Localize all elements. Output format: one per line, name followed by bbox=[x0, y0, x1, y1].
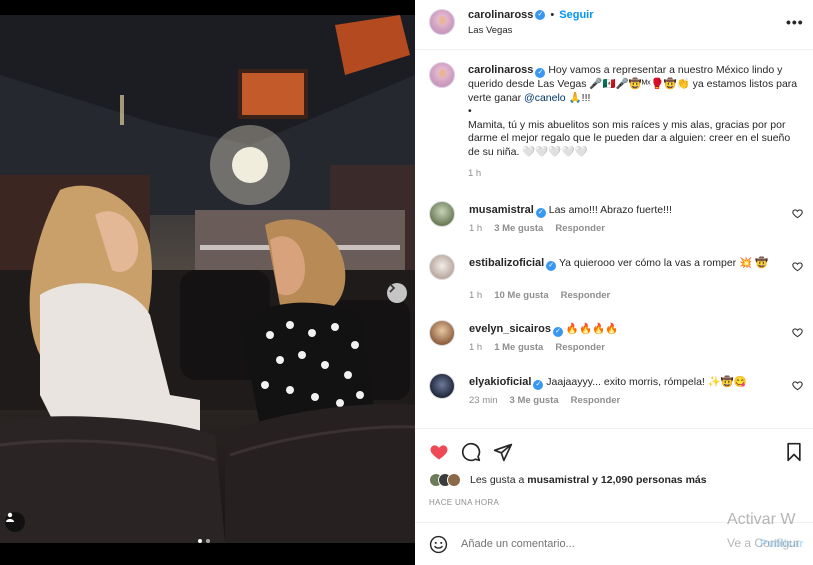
post-header: carolinaross ✓ • Seguir Las Vegas ••• bbox=[415, 0, 813, 50]
comment-time[interactable]: 23 min bbox=[469, 395, 498, 406]
commenter-avatar[interactable] bbox=[429, 201, 455, 227]
comment-body: evelyn_sicairos ✓ 🔥🔥🔥🔥 bbox=[469, 322, 779, 337]
comment-text: Las amo!!! Abrazo fuerte!!! bbox=[548, 204, 672, 216]
emoji-picker-icon[interactable] bbox=[429, 535, 448, 554]
verified-icon: ✓ bbox=[546, 261, 557, 271]
comment-meta: 1 h 3 Me gusta Responder bbox=[469, 223, 605, 234]
carousel-dot-active bbox=[198, 539, 202, 543]
caption-line-1-end: 🙏!!! bbox=[565, 91, 591, 104]
next-photo-button[interactable] bbox=[387, 283, 407, 303]
comment-body: estibalizoficial ✓ Ya quierooo ver cómo l… bbox=[469, 256, 779, 271]
liker-avatars bbox=[429, 473, 461, 487]
reply-button[interactable]: Responder bbox=[571, 395, 621, 406]
caption-time: 1 h bbox=[468, 168, 482, 179]
verified-icon: ✓ bbox=[552, 327, 563, 337]
author-avatar[interactable] bbox=[429, 9, 455, 35]
commenter-username[interactable]: evelyn_sicairos bbox=[469, 323, 551, 335]
windows-activation-watermark: Activar W bbox=[727, 511, 796, 528]
post-location[interactable]: Las Vegas bbox=[468, 25, 512, 36]
like-comment-heart-icon[interactable] bbox=[792, 208, 803, 219]
verified-icon: ✓ bbox=[535, 68, 546, 78]
caption-bullet: • bbox=[468, 105, 472, 117]
comment-body: musamistral ✓ Las amo!!! Abrazo fuerte!!! bbox=[469, 203, 779, 218]
person-icon bbox=[6, 512, 14, 522]
like-comment-heart-icon[interactable] bbox=[792, 327, 803, 338]
author-row: carolinaross ✓ • Seguir bbox=[468, 9, 594, 21]
tagged-people-button[interactable] bbox=[5, 512, 25, 532]
post-timestamp[interactable]: HACE UNA HORA bbox=[429, 498, 499, 507]
comment-meta: 1 h 10 Me gusta Responder bbox=[469, 290, 610, 301]
like-comment-heart-icon[interactable] bbox=[792, 380, 803, 391]
commenter-username[interactable]: musamistral bbox=[469, 204, 534, 216]
arena-photo-illustration bbox=[0, 15, 415, 543]
separator-dot: • bbox=[550, 9, 555, 21]
commenter-username[interactable]: elyakioficial bbox=[469, 376, 531, 388]
save-bookmark-icon[interactable] bbox=[785, 442, 803, 462]
follow-button[interactable]: Seguir bbox=[559, 9, 593, 21]
windows-activation-watermark-sub: Ve a Configur bbox=[727, 536, 800, 550]
post-caption: carolinaross ✓ Hoy vamos a representar a … bbox=[468, 64, 800, 181]
commenter-username[interactable]: estibalizoficial bbox=[469, 257, 544, 269]
comment-meta: 23 min 3 Me gusta Responder bbox=[469, 395, 620, 406]
comment-time[interactable]: 1 h bbox=[469, 223, 482, 234]
caption-author-avatar[interactable] bbox=[429, 62, 455, 88]
post-actions-bar bbox=[415, 428, 813, 474]
author-username[interactable]: carolinaross bbox=[468, 9, 533, 21]
comment-time[interactable]: 1 h bbox=[469, 290, 482, 301]
reply-button[interactable]: Responder bbox=[555, 223, 605, 234]
comment-text: Ya quierooo ver cómo la vas a romper 💥 🤠 bbox=[558, 257, 769, 269]
more-options-icon[interactable]: ••• bbox=[786, 14, 804, 30]
carousel-dot bbox=[206, 539, 210, 543]
comment-likes[interactable]: 3 Me gusta bbox=[510, 395, 559, 406]
post-side-panel: carolinaross ✓ • Seguir Las Vegas ••• ca… bbox=[415, 0, 813, 565]
add-comment-input[interactable]: Añade un comentario... bbox=[461, 538, 575, 550]
comment-likes[interactable]: 10 Me gusta bbox=[494, 290, 548, 301]
likes-text-prefix: Les gusta a bbox=[470, 474, 525, 486]
chevron-right-icon bbox=[389, 283, 396, 293]
comment-text: Jaajaayyy... exito morris, rómpela! ✨🤠😋 bbox=[546, 376, 747, 388]
caption-author-username[interactable]: carolinaross bbox=[468, 64, 533, 76]
liker-username[interactable]: musamistral bbox=[527, 474, 589, 486]
likes-count-text[interactable]: y 12,090 personas más bbox=[592, 474, 706, 486]
likes-summary[interactable]: Les gusta a musamistral y 12,090 persona… bbox=[429, 473, 707, 487]
verified-icon: ✓ bbox=[533, 380, 544, 390]
post-photo[interactable] bbox=[0, 15, 415, 543]
reply-button[interactable]: Responder bbox=[561, 290, 611, 301]
share-send-icon[interactable] bbox=[493, 442, 513, 462]
comment-likes[interactable]: 1 Me gusta bbox=[494, 342, 543, 353]
comment-meta: 1 h 1 Me gusta Responder bbox=[469, 342, 605, 353]
photo-pane bbox=[0, 0, 415, 565]
like-heart-icon[interactable] bbox=[429, 442, 449, 462]
liker-avatar bbox=[447, 473, 461, 487]
caption-line-2: Mamita, tú y mis abuelitos son mis raíce… bbox=[468, 118, 791, 158]
comment-bubble-icon[interactable] bbox=[461, 442, 481, 462]
commenter-avatar[interactable] bbox=[429, 254, 455, 280]
like-comment-heart-icon[interactable] bbox=[792, 261, 803, 272]
caption-mention-link[interactable]: @canelo bbox=[524, 92, 566, 104]
commenter-avatar[interactable] bbox=[429, 320, 455, 346]
commenter-avatar[interactable] bbox=[429, 373, 455, 399]
verified-icon: ✓ bbox=[535, 208, 546, 218]
comment-body: elyakioficial ✓ Jaajaayyy... exito morris… bbox=[469, 375, 779, 390]
comment-time[interactable]: 1 h bbox=[469, 342, 482, 353]
carousel-indicator bbox=[198, 539, 210, 543]
comment-likes[interactable]: 3 Me gusta bbox=[494, 223, 543, 234]
comment-text: 🔥🔥🔥🔥 bbox=[565, 323, 619, 335]
reply-button[interactable]: Responder bbox=[555, 342, 605, 353]
verified-icon: ✓ bbox=[535, 10, 546, 20]
